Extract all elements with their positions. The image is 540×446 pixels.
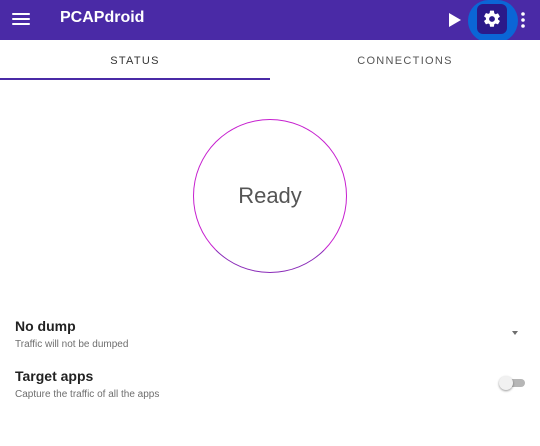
dump-mode-setting[interactable]: No dump Traffic will not be dumped bbox=[15, 318, 540, 350]
target-apps-toggle[interactable] bbox=[499, 376, 525, 390]
dump-mode-title: No dump bbox=[15, 318, 76, 334]
target-apps-subtitle: Capture the traffic of all the apps bbox=[15, 389, 160, 400]
status-button[interactable]: Ready bbox=[193, 119, 347, 273]
tab-indicator bbox=[0, 78, 270, 80]
tab-connections[interactable]: CONNECTIONS bbox=[270, 40, 540, 80]
dropdown-arrow-icon[interactable] bbox=[510, 330, 520, 336]
dump-mode-subtitle: Traffic will not be dumped bbox=[15, 339, 129, 350]
target-apps-setting[interactable]: Target apps Capture the traffic of all t… bbox=[15, 368, 540, 400]
play-icon[interactable] bbox=[443, 10, 465, 30]
tab-status[interactable]: STATUS bbox=[0, 40, 270, 80]
status-label: Ready bbox=[238, 183, 302, 208]
gear-icon[interactable] bbox=[482, 9, 502, 29]
more-vert-icon[interactable] bbox=[518, 10, 528, 30]
menu-icon[interactable] bbox=[12, 10, 30, 30]
app-bar: PCAPdroid bbox=[0, 0, 540, 43]
tab-bar: STATUS CONNECTIONS bbox=[0, 40, 540, 80]
toggle-thumb bbox=[499, 376, 513, 390]
target-apps-title: Target apps bbox=[15, 368, 94, 384]
app-title: PCAPdroid bbox=[60, 9, 145, 26]
